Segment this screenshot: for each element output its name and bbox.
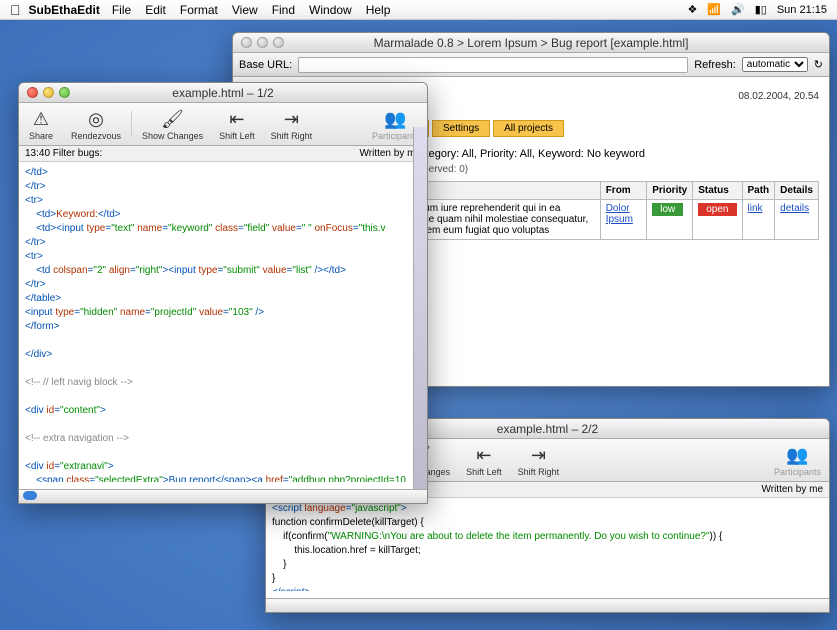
shift-right-button[interactable]: ⇥Shift Right [263, 107, 321, 141]
battery-icon[interactable]: ▮▯ [755, 3, 767, 16]
status-left: 13:40 Filter bugs: [25, 148, 102, 159]
refresh-label: Refresh: [694, 59, 736, 71]
menubar:  SubEthaEdit File Edit Format View Find… [0, 0, 837, 20]
minimize-icon[interactable] [257, 37, 268, 48]
share-button[interactable]: ⚠Share [19, 107, 63, 141]
nav-settings[interactable]: Settings [432, 120, 490, 137]
minimize-icon[interactable] [43, 87, 54, 98]
zoom-icon[interactable] [59, 87, 70, 98]
shift-right-button[interactable]: ⇥Shift Right [510, 443, 568, 477]
close-icon[interactable] [241, 37, 252, 48]
baseurl-input[interactable] [298, 57, 688, 73]
status-badge: open [698, 203, 736, 216]
split-badge[interactable] [23, 491, 37, 500]
shift-left-button[interactable]: ⇤Shift Left [211, 107, 263, 141]
shift-left-icon: ⇤ [470, 443, 498, 467]
brushes-icon: 🖌 [159, 107, 187, 131]
editor1-toolbar: ⚠Share ◎Rendezvous 🖌Show Changes ⇤Shift … [19, 103, 427, 146]
scrollbar[interactable] [413, 127, 427, 489]
menu-find[interactable]: Find [272, 3, 295, 17]
baseurl-label: Base URL: [239, 59, 292, 71]
close-icon[interactable] [27, 87, 38, 98]
path-link[interactable]: link [748, 203, 763, 214]
priority-badge: low [652, 203, 683, 216]
menu-help[interactable]: Help [366, 3, 391, 17]
bluetooth-icon[interactable]: ❖ [687, 3, 697, 16]
shift-left-button[interactable]: ⇤Shift Left [458, 443, 510, 477]
details-link[interactable]: details [780, 203, 809, 214]
browser-title: Marmalade 0.8 > Lorem Ipsum > Bug report… [233, 36, 829, 50]
editor2-code[interactable]: <script language="javascript">function c… [266, 498, 829, 591]
menu-view[interactable]: View [232, 3, 258, 17]
browser-titlebar[interactable]: Marmalade 0.8 > Lorem Ipsum > Bug report… [233, 33, 829, 53]
editor1-title: example.html – 1/2 [19, 86, 427, 100]
nav-allprojects[interactable]: All projects [493, 120, 564, 137]
menu-format[interactable]: Format [180, 3, 218, 17]
editor1-titlebar[interactable]: example.html – 1/2 [19, 83, 427, 103]
status-right: Written by me [762, 484, 824, 495]
participants-button[interactable]: 👥Participants [766, 443, 829, 477]
reload-icon[interactable]: ↻ [814, 58, 823, 71]
editor1-bottom [19, 489, 427, 503]
volume-icon[interactable]: 🔊 [731, 3, 745, 16]
shift-right-icon: ⇥ [524, 443, 552, 467]
app-name[interactable]: SubEthaEdit [29, 3, 100, 17]
apple-icon[interactable]:  [10, 2, 21, 18]
editor2-bottom [266, 598, 829, 612]
page-date: 08.02.2004, 20.54 [738, 91, 819, 102]
menu-file[interactable]: File [112, 3, 131, 17]
rendezvous-button[interactable]: ◎Rendezvous [63, 107, 129, 141]
shift-left-icon: ⇤ [223, 107, 251, 131]
menu-edit[interactable]: Edit [145, 3, 166, 17]
refresh-select[interactable]: automatic [742, 57, 808, 72]
shift-right-icon: ⇥ [277, 107, 305, 131]
rendezvous-icon: ◎ [82, 107, 110, 131]
participants-icon: 👥 [381, 107, 409, 131]
wifi-icon[interactable]: 📶 [707, 3, 721, 16]
clock-text[interactable]: Sun 21:15 [777, 4, 827, 16]
editor1-statusline: 13:40 Filter bugs: Written by me [19, 146, 427, 162]
show-changes-button[interactable]: 🖌Show Changes [134, 107, 211, 141]
zoom-icon[interactable] [273, 37, 284, 48]
from-link[interactable]: Dolor Ipsum [606, 203, 633, 225]
status-right: Written by me [360, 148, 422, 159]
editor-window-1: example.html – 1/2 ⚠Share ◎Rendezvous 🖌S… [18, 82, 428, 504]
browser-urlbar: Base URL: Refresh: automatic ↻ [233, 53, 829, 77]
editor1-code[interactable]: </td></tr><tr> <td>Keyword:</td> <td><in… [19, 162, 427, 482]
menu-window[interactable]: Window [309, 3, 352, 17]
share-icon: ⚠ [27, 107, 55, 131]
participants-icon: 👥 [783, 443, 811, 467]
